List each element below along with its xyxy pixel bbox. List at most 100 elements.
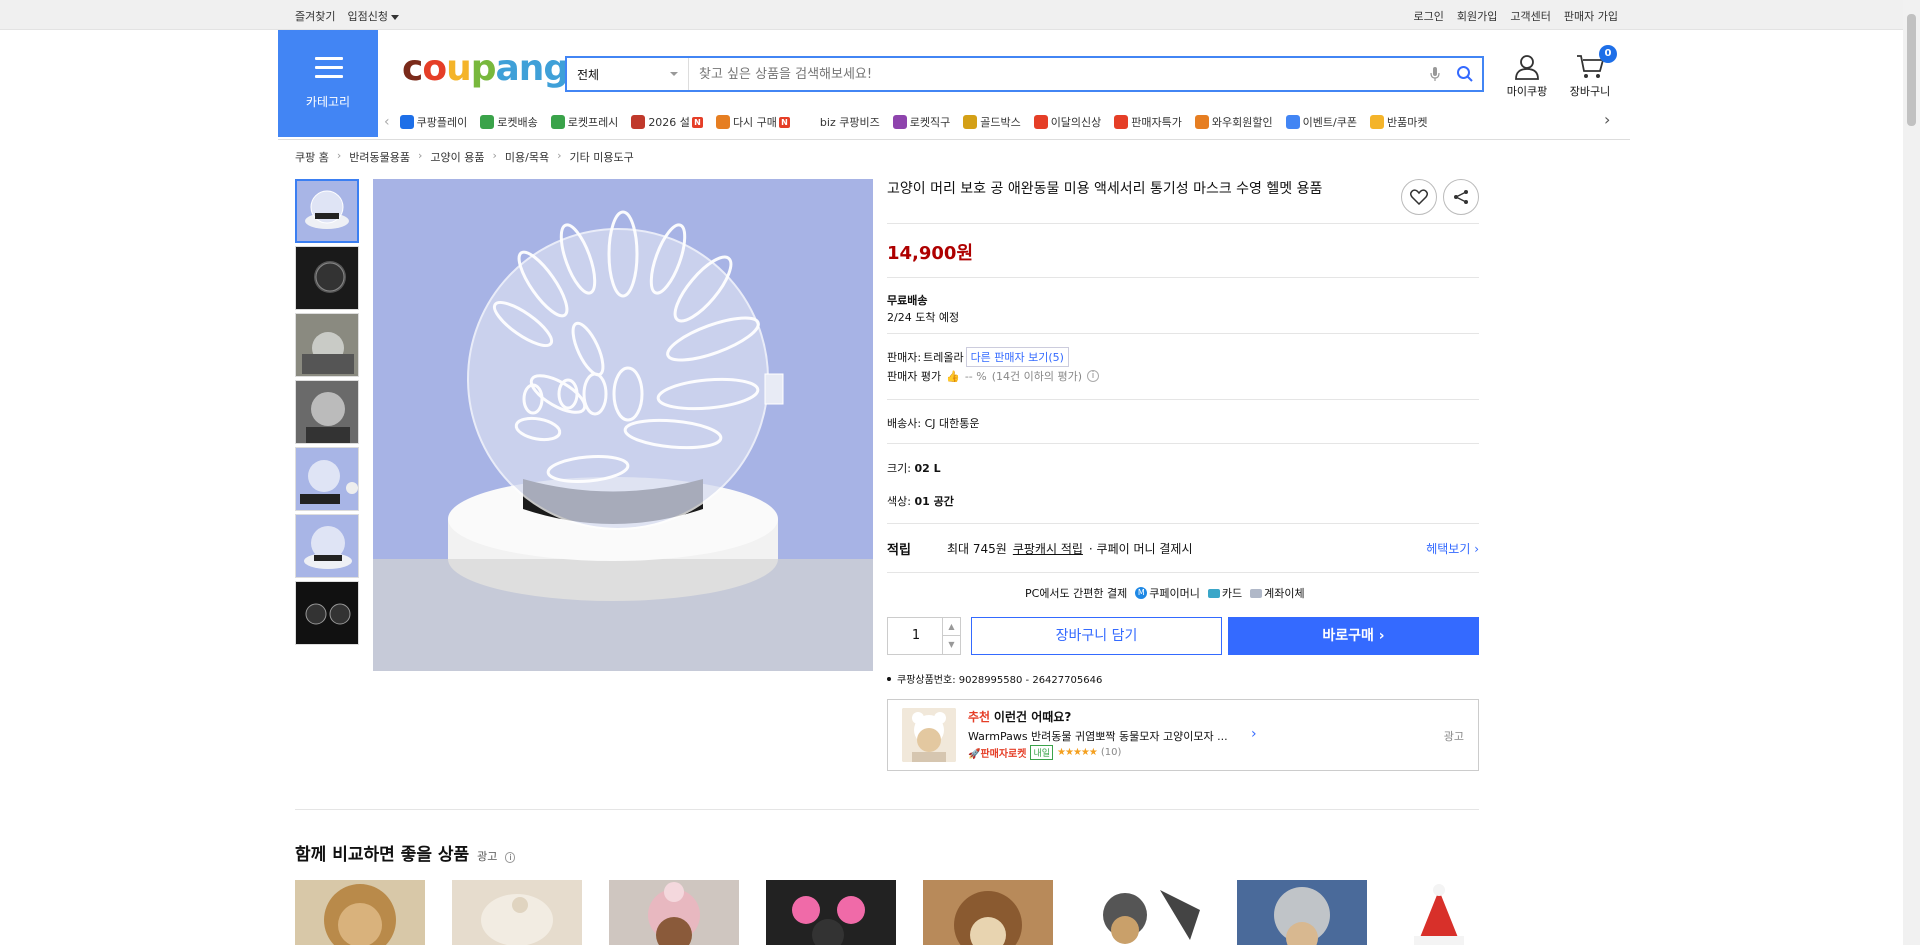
product-number-row: 쿠팡상품번호: 9028995580 - 26427705646 [887,671,1102,686]
scrollbar-thumb[interactable] [1907,14,1916,126]
bookmark-link[interactable]: 즐겨찾기 [295,8,335,24]
breadcrumb-item[interactable]: 반려동물용품 [349,149,410,165]
quick-nav-item[interactable]: 골드박스 [963,114,1021,130]
quick-nav-item[interactable]: 로켓배송 [480,114,538,130]
recommendation-heading: 추천 이런건 어때요? [968,708,1071,725]
category-button[interactable]: 카테고리 [278,30,378,137]
quantity-value[interactable]: 1 [888,628,944,643]
quick-nav-item[interactable]: 로켓직구 [892,114,950,130]
quick-nav-label: 이달의신상 [1050,116,1102,129]
thumbnail-image[interactable] [295,313,359,377]
customer-center-link[interactable]: 고객센터 [1510,8,1550,24]
increase-icon[interactable]: ▲ [942,618,960,636]
quick-nav-item[interactable]: 반품마켓 [1369,114,1428,130]
reward-amount: 최대 745원 [947,542,1007,556]
breadcrumb-item[interactable]: 미용/목욕 [505,149,549,165]
compare-product-card[interactable] [923,880,1053,945]
seller-apply-link[interactable]: 입점신청 [347,8,399,24]
info-icon[interactable]: i [505,852,516,863]
thumbnail-image[interactable] [295,581,359,645]
size-option[interactable]: 크기: 02 L [887,460,941,476]
reward-cash-link[interactable]: 쿠팡캐시 적립 [1013,540,1083,557]
search-bar: 전체 [565,56,1484,92]
chevron-right-icon: › [336,149,342,162]
pay-method: 계좌이체 [1250,585,1305,601]
pay-method: M 쿠페이머니 [1135,585,1200,601]
compare-product-card[interactable] [295,880,425,945]
quick-nav-label: 반품마켓 [1386,116,1428,129]
category-label: 카테고리 [305,95,351,109]
pay-method: 카드 [1207,585,1242,601]
thumbnail-image[interactable] [295,514,359,578]
microphone-icon[interactable] [1422,58,1448,90]
quick-nav-label: 판매자특가 [1131,116,1182,129]
user-icon [1515,55,1539,80]
benefit-link[interactable]: 헤택보기 › [1426,540,1479,557]
thumbnail-image[interactable] [295,246,359,310]
quick-nav-item[interactable]: 와우회원할인 [1194,114,1273,130]
decrease-icon[interactable]: ▼ [942,636,960,654]
quick-nav-item[interactable]: 2026 설N [631,114,703,130]
color-option[interactable]: 색상: 01 공간 [887,493,954,509]
quick-nav-item[interactable]: 이벤트/쿠폰 [1285,114,1357,130]
courier-row: 배송사: CJ 대한통운 [887,415,979,431]
quick-nav-item[interactable]: biz 쿠팡비즈 [802,114,880,130]
breadcrumb-item[interactable]: 고양이 용품 [430,149,484,165]
search-input[interactable] [689,58,1422,90]
divider [887,277,1479,278]
vertical-scrollbar[interactable] [1903,0,1920,945]
mycoupang-label: 마이쿠팡 [1506,85,1548,98]
search-category-select[interactable]: 전체 [567,58,689,90]
compare-product-card[interactable] [766,880,896,945]
search-icon[interactable] [1448,58,1482,90]
mycoupang-button[interactable]: 마이쿠팡 [1505,54,1549,99]
quick-nav-icon [715,115,730,129]
product-actions [1401,179,1479,215]
other-sellers-button[interactable]: 다른 판매자 보기(5) [965,347,1069,367]
pay-method-label: 계좌이체 [1264,587,1305,600]
thumbnail-list [295,179,359,648]
info-icon[interactable]: i [1087,370,1099,382]
share-icon [1454,190,1468,204]
size-label: 크기: [887,462,911,475]
seller-rating-row: 판매자 평가 👍 -- % (14건 이하의 평가) i [887,368,1099,384]
recommendation-meta: 🚀판매자로켓 내일 ★★★★★ (10) [968,745,1121,760]
thumbnail-image[interactable] [295,447,359,511]
buy-now-button[interactable]: 바로구매 › [1228,617,1479,655]
signup-link[interactable]: 회원가입 [1457,8,1497,24]
chevron-right-icon[interactable]: › [1251,726,1257,742]
wishlist-button[interactable] [1401,179,1437,215]
compare-title-text: 함께 비교하면 좋을 상품 [295,845,470,865]
share-button[interactable] [1443,179,1479,215]
courier-name: CJ 대한통운 [924,417,980,430]
coupang-logo[interactable]: coupang [402,48,569,89]
quick-nav-icon [1033,115,1048,129]
compare-product-card[interactable] [609,880,739,945]
quick-nav-item[interactable]: 쿠팡플레이 [399,114,467,130]
login-link[interactable]: 로그인 [1414,8,1444,24]
quick-nav-item[interactable]: 다시 구매 N [715,114,790,130]
quick-nav-item[interactable]: 판매자특가 [1114,114,1182,130]
thumbnail-image[interactable] [295,380,359,444]
compare-product-card[interactable] [1394,880,1479,945]
quick-nav-prev-icon[interactable]: ‹ [384,114,390,130]
chevron-down-icon [670,72,678,76]
cart-button[interactable]: 0 장바구니 [1566,45,1617,99]
recommendation-box[interactable]: 추천 이런건 어때요? WarmPaws 반려동물 귀염뽀짝 동물모자 고양이모… [887,699,1479,771]
compare-product-card[interactable] [1080,880,1210,945]
seller-name[interactable]: 트레올라 [923,349,963,365]
add-to-cart-button[interactable]: 장바구니 담기 [971,617,1222,655]
breadcrumb-item[interactable]: 쿠팡 홈 [295,149,329,165]
quick-nav-next-icon[interactable]: › [1604,110,1610,129]
compare-product-card[interactable] [452,880,582,945]
quick-nav-item[interactable]: 로켓프레시 [550,114,618,130]
quick-nav-item[interactable]: 이달의신상 [1033,114,1102,130]
top-utility-bar: 즐겨찾기 입점신청 로그인 회원가입 고객센터 판매자 가입 [0,0,1920,30]
logo-letter: c [402,48,423,89]
breadcrumb-item[interactable]: 기타 미용도구 [570,149,634,165]
quick-nav-icon [1194,115,1209,129]
payment-row: PC에서도 간편한 결제 M 쿠페이머니 카드 계좌이체 [1025,585,1305,601]
compare-product-card[interactable] [1237,880,1367,945]
seller-signup-link[interactable]: 판매자 가입 [1564,8,1618,24]
thumbnail-image[interactable] [295,179,359,243]
